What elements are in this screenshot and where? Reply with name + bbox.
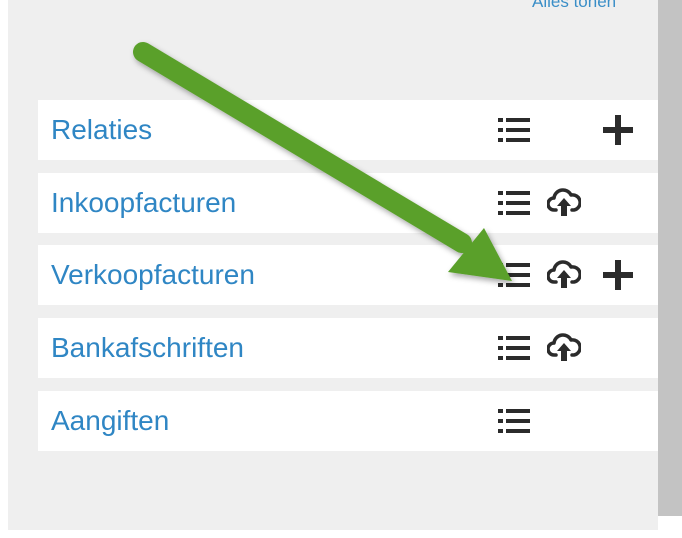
add-icon[interactable] [600,112,636,148]
list-icon[interactable] [496,185,532,221]
list-item-relaties: Relaties [38,100,658,160]
list-item-inkoopfacturen: Inkoopfacturen [38,173,658,233]
list-icon[interactable] [496,330,532,366]
add-icon[interactable] [600,257,636,293]
inkoopfacturen-link[interactable]: Inkoopfacturen [51,187,236,219]
list-item-aangiften: Aangiften [38,391,658,451]
bankafschriften-link[interactable]: Bankafschriften [51,332,244,364]
cloud-upload-icon[interactable] [546,257,582,293]
cloud-upload-icon[interactable] [546,330,582,366]
relaties-link[interactable]: Relaties [51,114,152,146]
scrollbar[interactable] [658,0,682,516]
list-icon[interactable] [496,257,532,293]
verkoopfacturen-link[interactable]: Verkoopfacturen [51,259,255,291]
list-item-bankafschriften: Bankafschriften [38,318,658,378]
aangiften-link[interactable]: Aangiften [51,405,169,437]
list-icon[interactable] [496,112,532,148]
list-item-verkoopfacturen: Verkoopfacturen [38,245,658,305]
cloud-upload-icon[interactable] [546,185,582,221]
show-all-link[interactable]: Alles tonen [532,0,616,12]
list-icon[interactable] [496,403,532,439]
